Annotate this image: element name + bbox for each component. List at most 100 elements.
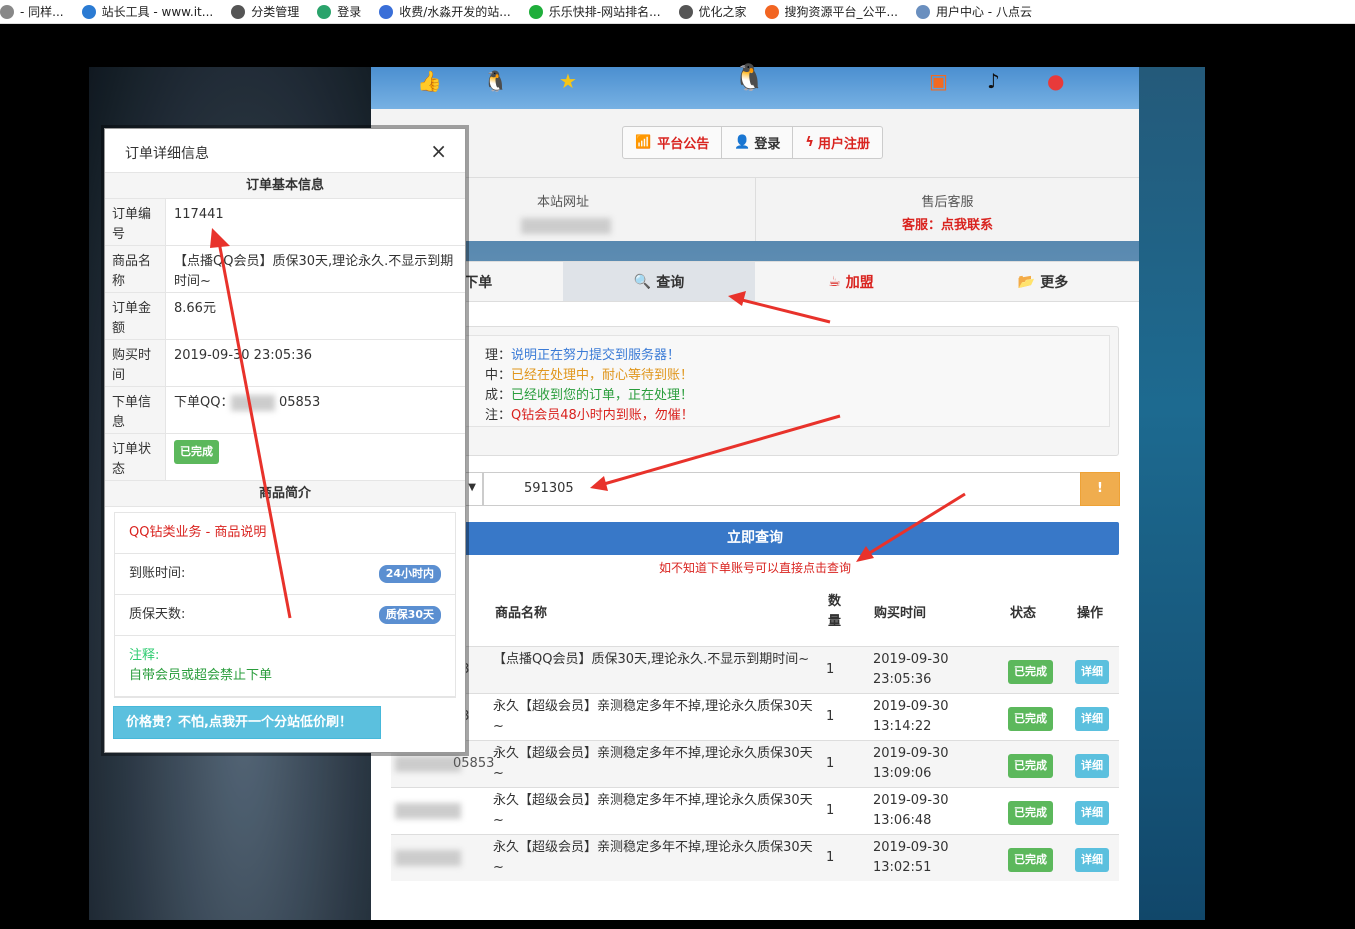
quantity: 1 [826, 662, 835, 677]
status-cell: 已完成 [1008, 801, 1053, 825]
status-badge: 已完成 [1008, 660, 1053, 684]
detail-button[interactable]: 详细 [1075, 801, 1109, 825]
header-time: 购买时间 [874, 606, 927, 621]
bookmark-favicon-icon [379, 4, 394, 19]
bookmark-item[interactable]: 搜狗资源平台_公平... [764, 3, 898, 20]
status-cell: 已完成 [1008, 660, 1053, 684]
order-info-key: 订单金额 [105, 293, 166, 339]
site-banner: 👍 🐧 ★ 🐧 ▣ ♪ ● [371, 63, 1139, 109]
announce-label: 平台公告 [657, 137, 710, 152]
bookmark-item[interactable]: 优化之家 [678, 3, 747, 20]
product-name: 永久【超级会员】亲测稳定多年不掉,理论永久质保30天~ [493, 746, 813, 781]
detail-button[interactable]: 详细 [1075, 848, 1109, 872]
arrival-time-item: 到账时间: 24小时内 [115, 554, 455, 595]
order-info-key: 商品名称 [105, 246, 166, 292]
login-button[interactable]: 👤 登录 [722, 127, 794, 158]
tab-query-label: 查询 [656, 274, 685, 291]
qq-penguin-icon: 🐧 [483, 69, 508, 93]
tab-query[interactable]: 🔍 查询 [563, 262, 755, 301]
tab-join-label: 加盟 [845, 274, 874, 291]
table-row: 永久【超级会员】亲测稳定多年不掉,理论永久质保30天~ 1 2019-09-30 13… [391, 834, 1119, 881]
bookmark-item[interactable]: 登录 [317, 3, 361, 20]
bookmark-item[interactable]: 分类管理 [231, 3, 299, 20]
detail-button[interactable]: 详细 [1075, 660, 1109, 684]
product-intro-list: QQ钻类业务 - 商品说明 到账时间: 24小时内 质保天数: 质保30天 注释… [114, 512, 456, 698]
action-cell: 详细 [1075, 848, 1109, 872]
order-info-key: 下单信息 [105, 387, 166, 433]
announce-button[interactable]: 📶 平台公告 [623, 127, 723, 158]
warranty-badge: 质保30天 [378, 606, 441, 624]
status-badge: 已完成 [1008, 848, 1053, 872]
product-name: 永久【超级会员】亲测稳定多年不掉,理论永久质保30天~ [493, 699, 813, 734]
status-notice: 理：说明正在努力提交到服务器！ 中：已经在处理中，耐心等待到账！ 成：已经收到您的订… [399, 326, 1119, 456]
user-icon: 👤 [734, 135, 751, 150]
purchase-time: 13:06:48 [873, 813, 932, 828]
search-input[interactable]: 591305 [483, 472, 1081, 506]
bookmark-item[interactable]: 乐乐快排-网站排名... [528, 3, 661, 20]
open-substation-button[interactable]: 价格贵？不怕,点我开一个分站低价刷！ [113, 706, 381, 739]
redacted-order-id [395, 850, 461, 866]
login-label: 登录 [754, 137, 781, 152]
bookmark-favicon-icon [0, 4, 14, 19]
header-action: 操作 [1077, 606, 1104, 621]
order-info-row: 商品名称 【点播QQ会员】质保30天,理论永久.不显示到期时间~ [105, 246, 465, 293]
bookmark-favicon-icon [528, 4, 543, 19]
purchase-time: 13:14:22 [873, 719, 932, 734]
support-contact-link[interactable]: 客服：点我联系 [756, 214, 1139, 233]
note-label: 注释: [129, 648, 160, 663]
order-info-key: 购买时间 [105, 340, 166, 386]
nav-button-group: 📶 平台公告 👤 登录 ϟ 用户注册 [622, 126, 883, 159]
bookmark-favicon-icon [915, 4, 930, 19]
purchase-time: 13:09:06 [873, 766, 932, 781]
star-icon: ★ [559, 69, 577, 93]
app-icon-red: ● [1047, 69, 1065, 93]
bookmark-item[interactable]: 用户中心 - 八点云 [915, 3, 1032, 20]
close-icon[interactable]: × [430, 139, 447, 163]
quantity: 1 [826, 756, 835, 771]
quantity: 1 [826, 850, 835, 865]
bookmark-favicon-icon [764, 4, 779, 19]
bookmark-label: 乐乐快排-网站排名... [548, 5, 661, 19]
order-id: 05853 [453, 756, 495, 771]
support-label: 售后客服 [921, 195, 974, 210]
help-button[interactable]: ! [1080, 472, 1120, 506]
register-button[interactable]: ϟ 用户注册 [793, 127, 882, 158]
status-cell: 已完成 [1008, 848, 1053, 872]
tab-join[interactable]: ☕ 加盟 [755, 262, 947, 301]
purchase-date: 2019-09-30 [873, 699, 949, 714]
action-cell: 详细 [1075, 754, 1109, 778]
thumbs-up-icon: 👍 [417, 69, 442, 93]
notice-prefix: 成： [485, 388, 512, 403]
purchase-time: 13:02:51 [873, 860, 932, 875]
bookmark-label: 搜狗资源平台_公平... [784, 5, 898, 19]
table-row: 53永久【超级会员】亲测稳定多年不掉,理论永久质保30天~12019-09-30… [391, 693, 1119, 740]
order-info-table: 订单编号 117441 商品名称 【点播QQ会员】质保30天,理论永久.不显示到期时间… [105, 199, 465, 481]
purchase-date: 2019-09-30 [873, 746, 949, 761]
detail-button[interactable]: 详细 [1075, 754, 1109, 778]
status-badge: 已完成 [1008, 707, 1053, 731]
action-cell: 详细 [1075, 707, 1109, 731]
bookmark-favicon-icon [81, 4, 96, 19]
bookmark-favicon-icon [231, 4, 246, 19]
order-info-row: 购买时间 2019-09-30 23:05:36 [105, 340, 465, 387]
basic-info-heading: 订单基本信息 [105, 173, 465, 199]
bookmark-item[interactable]: 站长工具 - www.it... [81, 3, 214, 20]
detail-button[interactable]: 详细 [1075, 707, 1109, 731]
note-item: 注释: 自带会员或超会禁止下单 [115, 636, 455, 697]
notice-text: 说明正在努力提交到服务器！ [511, 348, 681, 363]
order-status-badge: 已完成 [174, 440, 219, 464]
bookmark-item[interactable]: 收费/水淼开发的站... [379, 3, 511, 20]
order-info-key: 订单编号 [105, 199, 166, 245]
purchase-time: 23:05:36 [873, 672, 932, 687]
bookmark-label: 站长工具 - www.it... [101, 5, 214, 19]
redacted-order-id [395, 756, 461, 772]
bookmark-item[interactable]: - 同样... [0, 3, 64, 20]
query-button[interactable]: 立即查询 [391, 522, 1119, 555]
notice-line: 成：已经收到您的订单，正在处理！ [485, 386, 1109, 406]
notice-prefix: 理： [485, 348, 512, 363]
notice-prefix: 注： [485, 408, 512, 423]
action-cell: 详细 [1075, 801, 1109, 825]
notice-text: 已经在处理中，耐心等待到账！ [511, 368, 694, 383]
order-info-value: 117441 [174, 207, 224, 222]
tab-more[interactable]: 📂 更多 [947, 262, 1139, 301]
